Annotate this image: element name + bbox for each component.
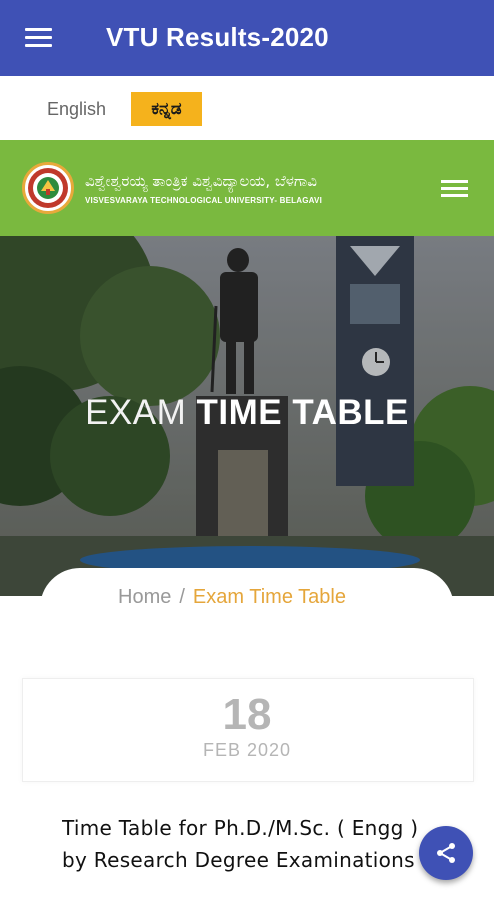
language-english-link[interactable]: English: [47, 99, 106, 120]
hamburger-menu-icon[interactable]: [25, 28, 52, 48]
university-name-kannada: ವಿಶ್ವೇಶ್ವರಯ್ಯ ತಾಂತ್ರಿಕ ವಿಶ್ವವಿದ್ಯಾಲಯ, ಬೆ…: [85, 172, 317, 190]
breadcrumb-separator: /: [179, 586, 185, 608]
hero-title-bold: TIME TABLE: [196, 393, 409, 432]
post-title-line1: Time Table for Ph.D./M.Sc. ( Engg ): [62, 816, 419, 840]
post-title-line2: by Research Degree Examinations: [62, 848, 415, 872]
breadcrumb-current: Exam Time Table: [192, 586, 346, 608]
share-icon: [437, 843, 455, 863]
post-date-day: 18: [222, 690, 272, 739]
post-title-link[interactable]: Time Table for Ph.D./M.Sc. ( Engg ) by R…: [62, 812, 462, 876]
site-menu-icon[interactable]: [441, 180, 468, 198]
language-kannada-button[interactable]: ಕನ್ನಡ: [131, 92, 202, 126]
breadcrumb: Home / Exam Time Table: [118, 586, 346, 609]
vtu-logo-icon[interactable]: [22, 162, 74, 214]
hero-title: EXAM TIME TABLE: [0, 393, 494, 433]
share-button[interactable]: [419, 826, 473, 880]
hero-title-light: EXAM: [85, 393, 187, 432]
post-date-month: FEB 2020: [202, 740, 292, 760]
breadcrumb-home-link[interactable]: Home: [118, 586, 171, 608]
university-name-english: VISVESVARAYA TECHNOLOGICAL UNIVERSITY- B…: [85, 196, 322, 205]
app-title: VTU Results-2020: [106, 22, 329, 52]
